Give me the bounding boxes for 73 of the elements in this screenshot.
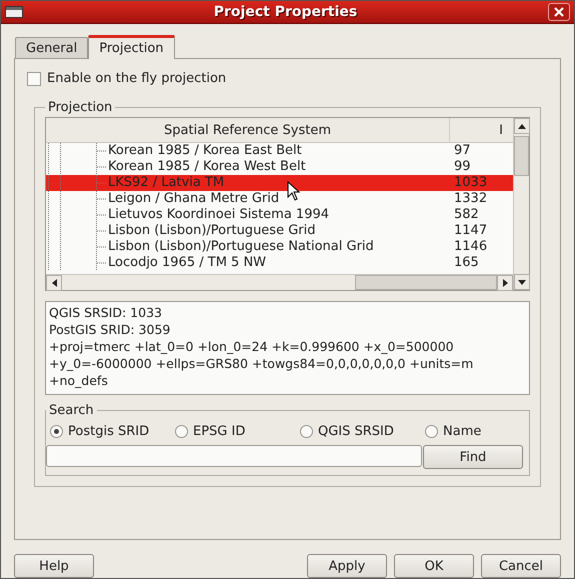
detail-line: +proj=tmerc +lat_0=0 +lon_0=24 +k=0.999600 +x_0=500000 (49, 338, 455, 355)
detail-line: +no_defs (49, 372, 109, 389)
detail-line: PostGIS SRID: 3059 (49, 321, 172, 338)
scroll-right-button[interactable] (497, 275, 513, 291)
tree-lines-icon (46, 143, 108, 159)
srs-name: LKS92 / Latvia TM (108, 175, 224, 191)
detail-line: +y_0=-6000000 +ellps=GRS80 +towgs84=0,0,0,0,0,0,0 +units=m (49, 355, 474, 372)
cancel-button[interactable]: Cancel (481, 554, 561, 578)
find-button[interactable]: Find (423, 445, 523, 469)
tree-lines-icon (46, 159, 108, 175)
scroll-thumb[interactable] (355, 275, 497, 290)
tree-row[interactable]: Korean 1985 / Korea East Belt 97 (46, 143, 513, 159)
down-arrow-icon (518, 280, 526, 284)
checkbox-label[interactable]: Enable on the fly projection (47, 71, 226, 86)
scroll-up-button[interactable] (514, 118, 530, 134)
srs-name: Lisbon (Lisbon)/Portuguese National Grid (108, 239, 374, 255)
tree-lines-icon (46, 175, 108, 191)
help-button[interactable]: Help (14, 554, 94, 578)
srs-id: 1332 (453, 191, 488, 207)
srs-id: 1146 (453, 239, 488, 255)
srs-id: 99 (453, 159, 472, 175)
radio-button[interactable] (300, 425, 313, 438)
group-title: Projection (47, 100, 114, 115)
tree-row[interactable]: Lisbon (Lisbon)/Portuguese Grid 1147 (46, 223, 513, 239)
srs-name: Lietuvos Koordinoei Sistema 1994 (108, 207, 330, 223)
radio-label[interactable]: EPSG ID (193, 424, 246, 439)
srs-id: 165 (453, 255, 480, 271)
scroll-down-button[interactable] (514, 274, 530, 290)
window-icon (5, 6, 23, 18)
tree-row[interactable]: Lietuvos Koordinoei Sistema 1994 582 (46, 207, 513, 223)
srs-name: Leigon / Ghana Metre Grid (108, 191, 280, 207)
window-title: Project Properties (212, 4, 358, 20)
tree-row[interactable]: Korean 1985 / Korea West Belt 99 (46, 159, 513, 175)
tab[interactable]: General (15, 37, 88, 58)
ok-button[interactable]: OK (394, 554, 474, 578)
checkbox[interactable] (27, 72, 41, 86)
left-arrow-icon (52, 279, 56, 287)
close-icon (554, 7, 564, 17)
tree-lines-icon (46, 255, 108, 271)
search-field[interactable] (46, 445, 422, 467)
tab[interactable]: Projection (88, 35, 175, 59)
tree-lines-icon (46, 239, 108, 255)
column-header[interactable]: I (450, 118, 513, 142)
mouse-cursor-icon (287, 181, 301, 201)
up-arrow-icon (518, 124, 526, 128)
apply-button[interactable]: Apply (307, 554, 387, 578)
tree-row[interactable]: Leigon / Ghana Metre Grid 1332 (46, 191, 513, 207)
radio-label[interactable]: Postgis SRID (68, 424, 150, 439)
srs-name: Locodjo 1965 / TM 5 NW (108, 255, 266, 271)
group-title: Search (48, 403, 95, 418)
srs-id: 1147 (453, 223, 488, 239)
radio-label[interactable]: QGIS SRSID (318, 424, 394, 439)
srs-id: 582 (453, 207, 480, 223)
srs-name: Korean 1985 / Korea East Belt (108, 143, 302, 159)
tree-lines-icon (46, 207, 108, 223)
radio-button[interactable] (50, 425, 63, 438)
radio-button[interactable] (425, 425, 438, 438)
tree-lines-icon (46, 191, 108, 207)
tree-lines-icon (46, 223, 108, 239)
srs-name: Korean 1985 / Korea West Belt (108, 159, 306, 175)
scroll-thumb[interactable] (514, 136, 529, 176)
close-button[interactable] (548, 3, 570, 21)
tree-row[interactable]: Lisbon (Lisbon)/Portuguese National Grid 1146 (46, 239, 513, 255)
detail-line: QGIS SRSID: 1033 (49, 304, 163, 321)
radio-label[interactable]: Name (443, 424, 482, 439)
srs-id: 1033 (453, 175, 488, 191)
tree-row[interactable]: Locodjo 1965 / TM 5 NW 165 (46, 255, 513, 271)
scroll-left-button[interactable] (46, 275, 62, 291)
radio-button[interactable] (175, 425, 188, 438)
srs-name: Lisbon (Lisbon)/Portuguese Grid (108, 223, 316, 239)
right-arrow-icon (502, 279, 508, 287)
column-header[interactable]: Spatial Reference System (46, 118, 450, 142)
srs-id: 97 (453, 143, 472, 159)
